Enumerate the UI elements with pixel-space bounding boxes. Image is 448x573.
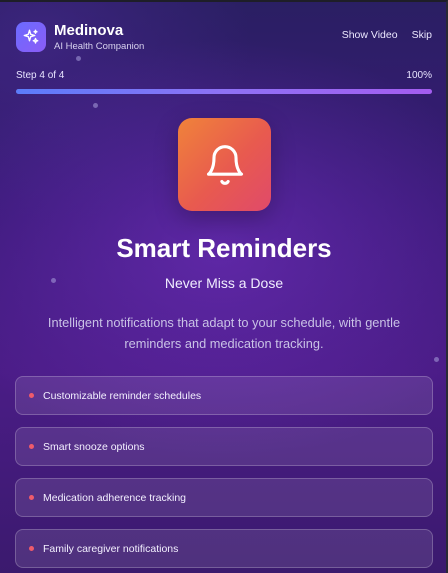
bullet-dot (29, 393, 34, 398)
step-text: Step 4 of 4 (16, 70, 65, 81)
bullet-dot (29, 546, 34, 551)
feature-label: Smart snooze options (43, 440, 145, 453)
step-indicator: Step 4 of 4 100% (16, 70, 432, 81)
skip-button[interactable]: Skip (412, 29, 432, 41)
bullet-dot (29, 495, 34, 500)
bullet-dot (29, 444, 34, 449)
show-video-button[interactable]: Show Video (342, 29, 398, 41)
brand-name: Medinova (54, 22, 124, 39)
decor-dot (76, 56, 81, 61)
progress-bar (16, 89, 432, 94)
feature-item: Family caregiver notifications (15, 529, 433, 568)
page-description: Intelligent notifications that adapt to … (47, 315, 401, 351)
sparkles-icon (23, 29, 39, 44)
bell-icon (206, 144, 243, 185)
brand-logo (16, 22, 46, 52)
page-title: Smart Reminders (116, 233, 332, 263)
hero-icon-tile (178, 118, 271, 211)
feature-label: Medication adherence tracking (43, 491, 187, 504)
page-subtitle: Never Miss a Dose (164, 275, 284, 291)
feature-label: Customizable reminder schedules (43, 389, 202, 402)
feature-item: Medication adherence tracking (15, 478, 433, 517)
decor-dot (434, 357, 439, 362)
progress-percent: 100% (406, 70, 432, 81)
header-actions: Show Video Skip (342, 29, 432, 41)
feature-item: Smart snooze options (15, 427, 433, 466)
feature-item: Customizable reminder schedules (15, 376, 433, 415)
progress-fill (16, 89, 432, 94)
feature-label: Family caregiver notifications (43, 542, 179, 555)
header: Medinova AI Health Companion Show Video … (16, 20, 432, 54)
decor-dot (93, 103, 98, 108)
brand-tagline: AI Health Companion (54, 41, 145, 52)
